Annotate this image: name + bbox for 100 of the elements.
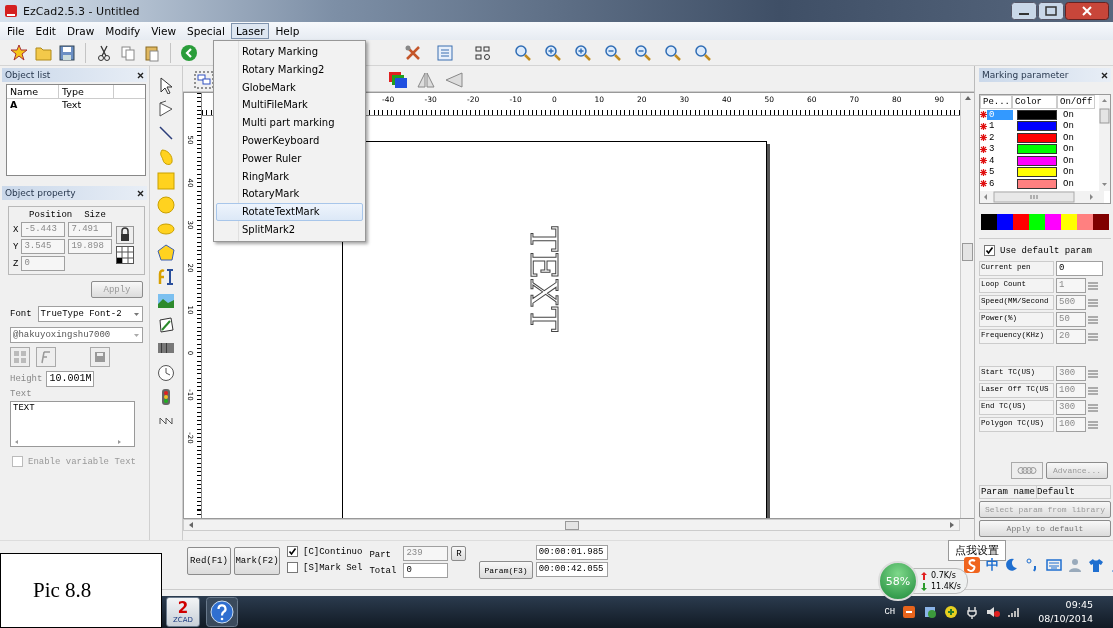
menu-item[interactable]: Draw — [61, 23, 100, 39]
text-area[interactable]: TEXT — [10, 401, 135, 447]
menu-item[interactable]: Power Ruler — [216, 149, 363, 168]
help-button[interactable] — [206, 597, 238, 627]
color-swatch[interactable] — [981, 214, 997, 230]
scissors-icon[interactable] — [95, 43, 113, 62]
menu-item[interactable]: RotaryMark — [216, 185, 363, 204]
selection-icon[interactable] — [193, 69, 215, 90]
checkbox[interactable] — [984, 245, 995, 256]
menu-item[interactable]: RotateTextMark — [216, 203, 363, 221]
checkbox[interactable] — [12, 456, 23, 467]
maximize-button[interactable] — [1038, 2, 1064, 20]
save-icon[interactable] — [58, 43, 76, 62]
scrollbar-thumb[interactable] — [564, 520, 579, 530]
line-icon[interactable] — [157, 124, 175, 142]
param-field[interactable]: 0 — [1056, 261, 1103, 276]
speaker-muted-icon[interactable] — [986, 605, 1001, 619]
total-field[interactable]: 0 — [403, 563, 449, 578]
color-swatch[interactable] — [1077, 214, 1093, 230]
menu-item[interactable]: PowerKeyboard — [216, 132, 363, 150]
lock-button[interactable] — [116, 226, 135, 244]
magnifier-icon[interactable] — [664, 43, 682, 62]
column-header[interactable]: Pe... — [980, 95, 1012, 109]
menu-item[interactable]: View — [146, 23, 182, 39]
height-field[interactable]: 10.001M — [46, 371, 95, 387]
reset-button[interactable]: R — [451, 546, 467, 561]
plus-icon[interactable] — [944, 605, 959, 619]
scrollbar-thumb[interactable] — [962, 243, 973, 261]
column-header[interactable]: Type — [59, 85, 114, 98]
save-button[interactable] — [90, 347, 110, 367]
menu-item[interactable]: RingMark — [216, 167, 363, 186]
zoom-in-icon[interactable] — [574, 43, 592, 62]
param-button[interactable]: Param(F3) — [479, 561, 533, 579]
polygon-icon[interactable] — [157, 244, 175, 262]
menu-item[interactable]: SplitMark2 — [216, 220, 363, 239]
font-type-dropdown[interactable]: TrueType Font-2 — [37, 306, 143, 322]
color-swatch[interactable] — [997, 214, 1013, 230]
clock-icon[interactable] — [157, 364, 175, 382]
color-swatch[interactable] — [1061, 214, 1077, 230]
scroll-arrow-icon[interactable] — [188, 521, 194, 529]
column-header[interactable]: Color — [1012, 95, 1057, 109]
input-method-logo-icon[interactable] — [963, 556, 981, 574]
tools-icon[interactable] — [404, 43, 422, 62]
clock-date[interactable]: 08/10/2014 — [1038, 612, 1093, 626]
menu-item[interactable]: Modify — [100, 23, 146, 39]
vector-icon[interactable] — [157, 316, 175, 334]
color-swatch[interactable] — [1093, 214, 1109, 230]
preview-button[interactable]: Red(F1) — [187, 547, 231, 575]
keyboard-icon[interactable] — [1046, 557, 1062, 573]
menu-item[interactable]: Special — [182, 23, 230, 39]
color-swatch[interactable] — [1013, 214, 1029, 230]
menu-item[interactable]: Multi part marking — [216, 114, 363, 132]
mirror-icon[interactable] — [416, 70, 436, 89]
menu-item[interactable]: Laser — [230, 23, 270, 39]
color-swatch[interactable] — [1029, 214, 1045, 230]
magnifier-icon[interactable] — [514, 43, 532, 62]
menu-item[interactable]: Edit — [30, 23, 61, 39]
signal-icon[interactable] — [1007, 605, 1022, 619]
input-method-icon[interactable] — [902, 605, 917, 619]
close-icon[interactable] — [137, 71, 144, 79]
menu-item[interactable]: GlobeMark — [216, 78, 363, 97]
close-icon[interactable] — [137, 189, 144, 197]
pen-number[interactable]: 1 — [987, 121, 1013, 132]
color-swatch[interactable] — [1045, 214, 1061, 230]
language-indicator[interactable]: CH — [884, 607, 896, 617]
pen-number[interactable]: 4 — [987, 155, 1013, 166]
menu-item[interactable]: File — [2, 23, 30, 39]
zoom-out-icon[interactable] — [634, 43, 652, 62]
canvas-text[interactable]: TEXT — [521, 226, 566, 332]
pen-number[interactable]: 3 — [987, 144, 1013, 155]
close-icon[interactable] — [1101, 71, 1108, 79]
grid-button[interactable] — [116, 246, 135, 264]
menu-item[interactable]: MultiFileMark — [216, 96, 363, 115]
mark-button[interactable]: Mark(F2) — [234, 547, 280, 575]
magnifier-icon[interactable] — [694, 43, 712, 62]
font-style-button[interactable] — [36, 347, 56, 367]
moon-icon[interactable] — [1004, 557, 1020, 573]
minimize-button[interactable] — [1011, 2, 1037, 20]
copy-icon[interactable] — [119, 43, 137, 62]
pen-number[interactable]: 5 — [987, 167, 1013, 178]
pen-number[interactable]: 2 — [987, 132, 1013, 143]
pen-number[interactable]: 6 — [987, 178, 1013, 189]
scroll-arrow-icon[interactable] — [949, 521, 955, 529]
nodes-icon[interactable] — [474, 43, 492, 62]
picture-icon[interactable] — [157, 292, 175, 310]
text-tool-icon[interactable] — [157, 268, 175, 286]
menu-item[interactable]: Rotary Marking2 — [216, 60, 363, 79]
checkbox[interactable] — [287, 562, 298, 573]
menu-item[interactable]: Rotary Marking — [216, 43, 363, 61]
font-name-dropdown[interactable]: @hakuyoxingshu7000 — [10, 327, 143, 343]
new-file-icon[interactable] — [10, 43, 28, 62]
close-button[interactable] — [1065, 2, 1109, 20]
column-header[interactable]: Name — [7, 85, 59, 98]
clock-time[interactable]: 09:45 — [1065, 598, 1093, 612]
pointer-icon[interactable] — [157, 76, 175, 94]
zoom-out-icon[interactable] — [604, 43, 622, 62]
checkbox[interactable] — [287, 546, 298, 557]
paste-icon[interactable] — [143, 43, 161, 62]
column-header[interactable]: On/Off — [1057, 95, 1095, 109]
network-icon[interactable] — [923, 605, 938, 619]
